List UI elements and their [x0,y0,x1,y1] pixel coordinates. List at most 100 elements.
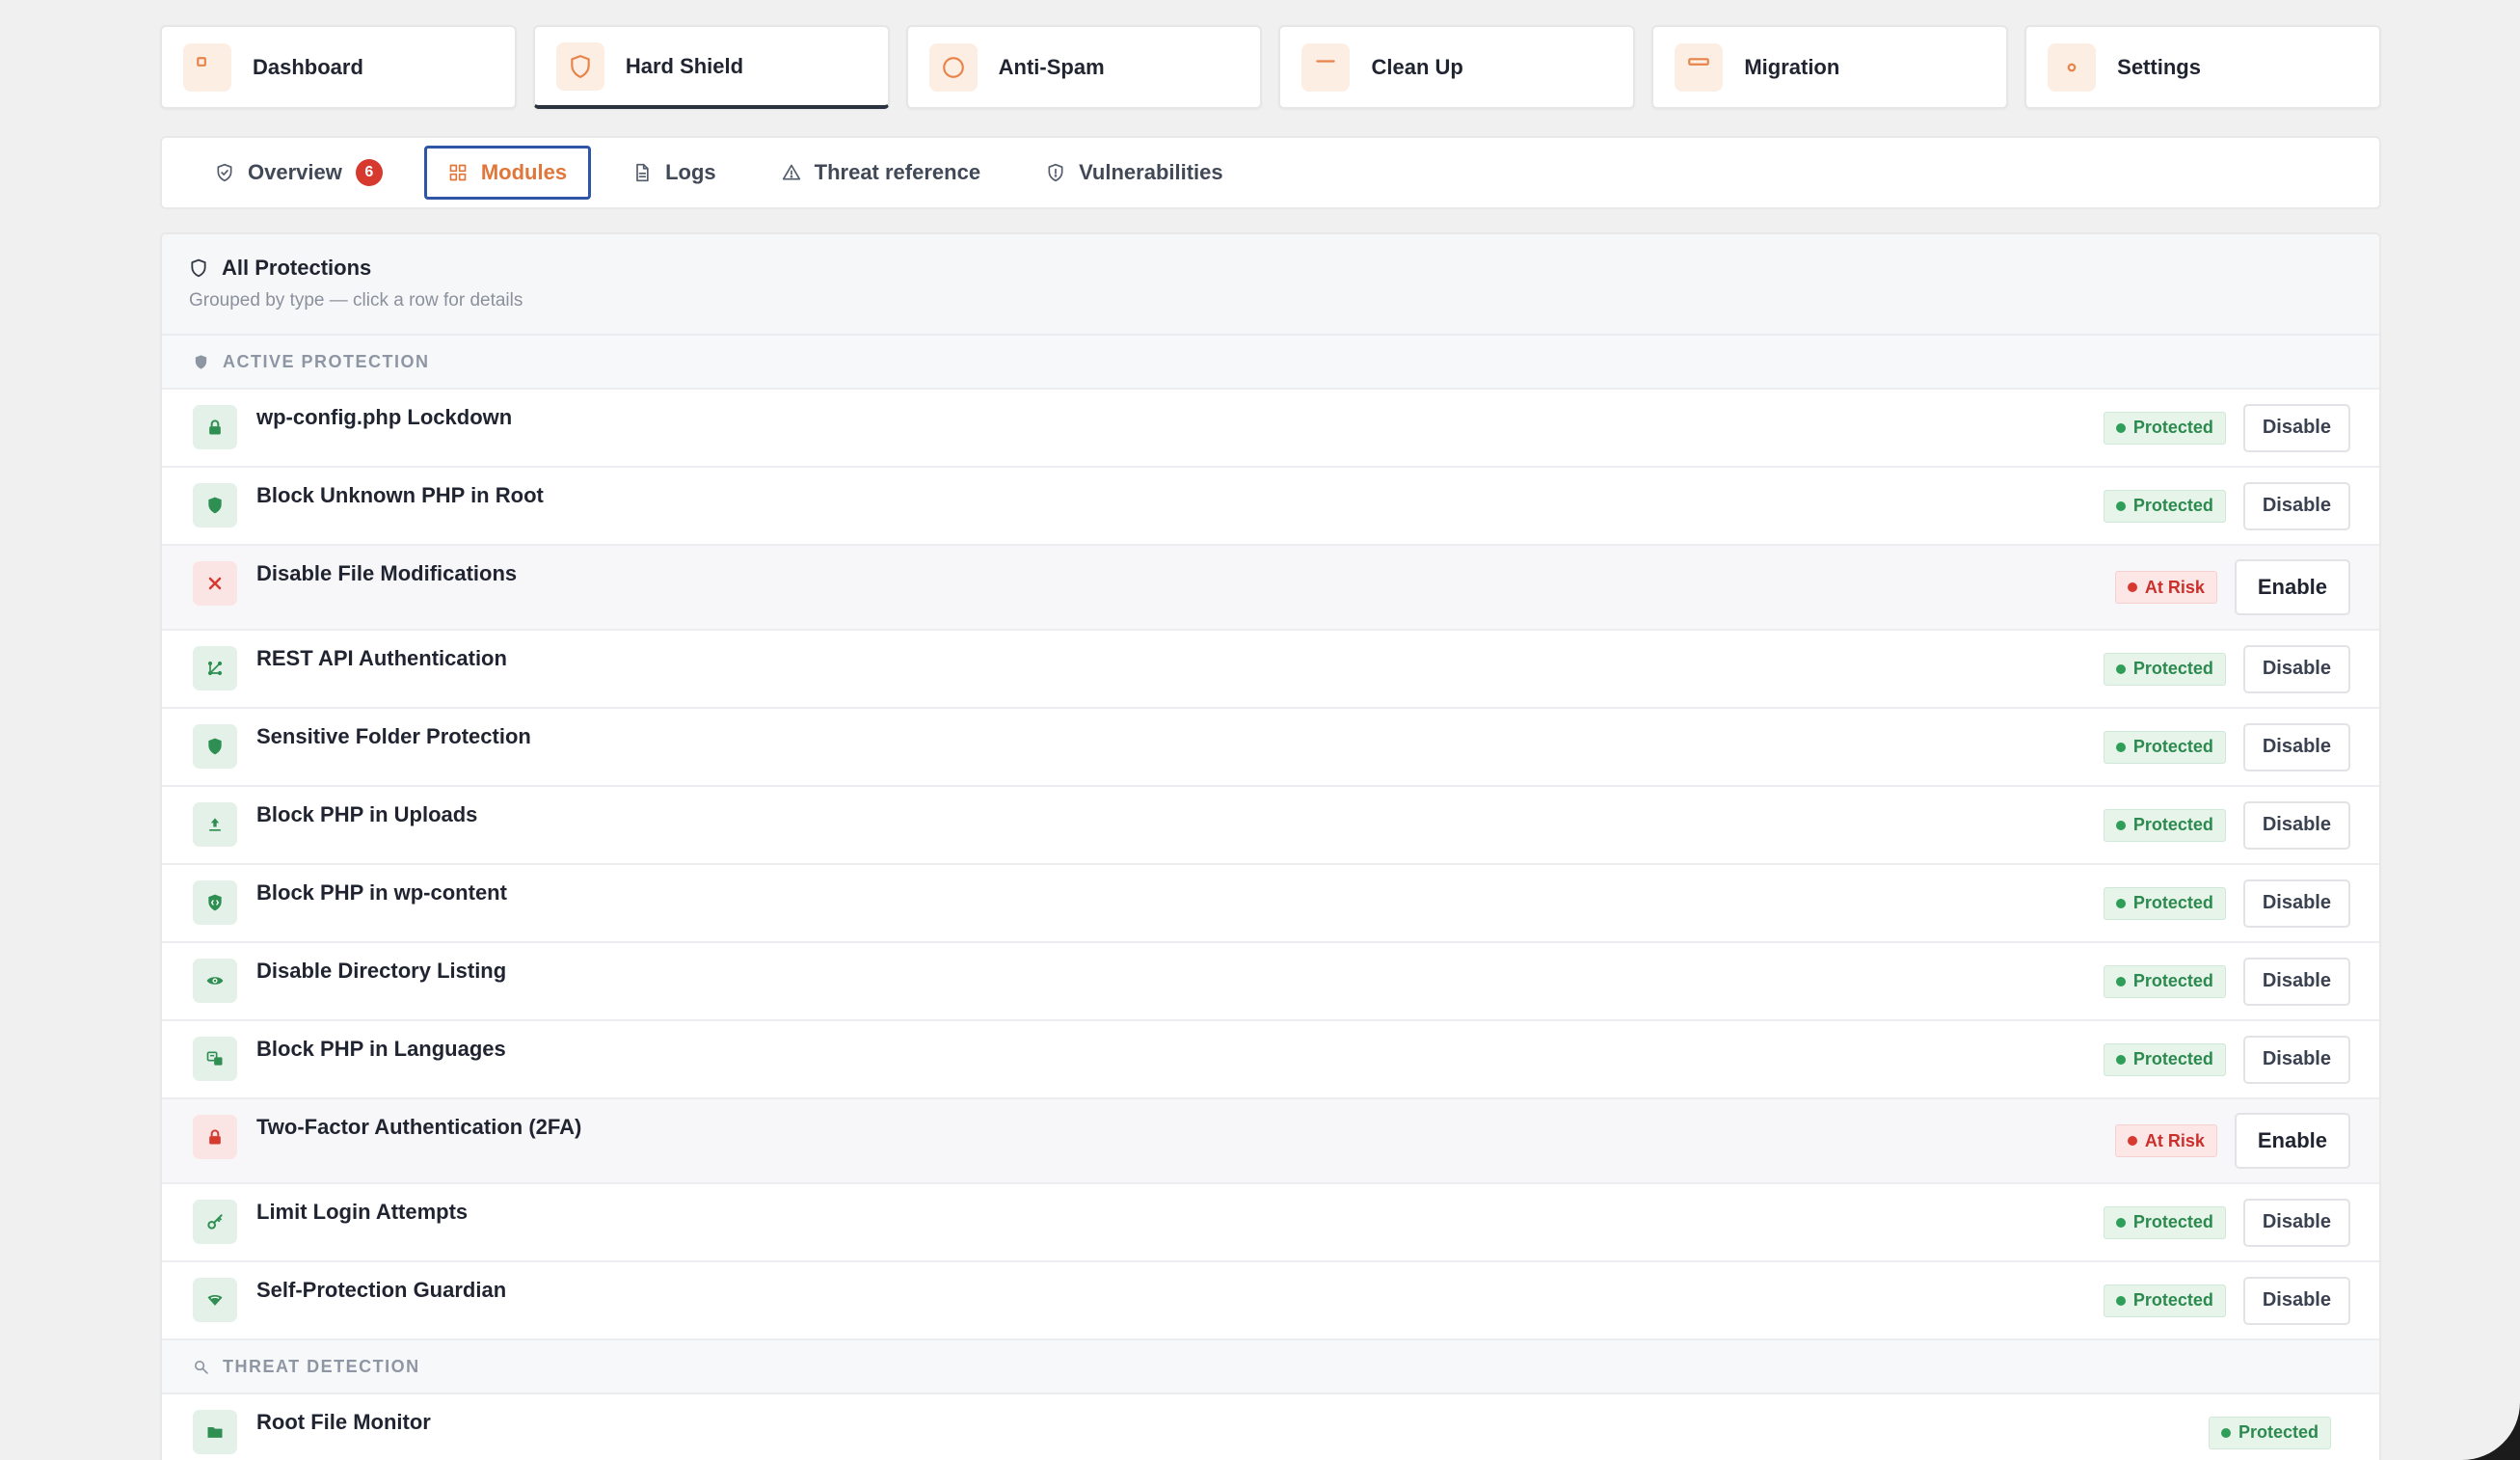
tab-modules[interactable]: Modules [423,146,592,200]
nav-hard-shield[interactable]: Hard Shield [532,25,890,109]
tab-logs[interactable]: Logs [608,146,740,200]
nav-icon-box [555,41,604,91]
disable-button[interactable]: Disable [2242,1198,2350,1247]
gear-icon [2067,63,2077,71]
status-dot [2115,742,2126,752]
protection-row[interactable]: Block PHP in Uploads Protected Disable [162,787,2379,865]
tab-label: Vulnerabilities [1079,160,1223,184]
shield-heart-icon [207,1295,223,1306]
status-dot [2115,422,2126,433]
shield-alert-icon [1048,163,1063,182]
row-name: Block PHP in wp-content [256,880,507,905]
row-actions: Protected Disable [2103,1262,2350,1338]
status-label: Protected [2132,737,2213,756]
folder-icon [207,1427,223,1438]
enable-button[interactable]: Enable [2234,559,2350,615]
disable-button[interactable]: Disable [2242,722,2350,771]
nav-clean-up[interactable]: Clean Up [1278,25,1636,109]
row-actions: Protected Disable [2103,468,2350,544]
row-actions: Protected Disable [2103,865,2350,941]
row-name: Root File Monitor [256,1410,431,1434]
status-label: Protected [2132,815,2213,834]
warning-icon [782,164,800,180]
shield-small-icon [195,354,207,369]
row-actions: Protected Disable [2103,390,2350,466]
section-title: THREAT DETECTION [223,1356,420,1376]
status-badge: At Risk [2114,571,2217,604]
key-icon [207,1214,223,1230]
shield-check-icon [217,163,232,182]
nav-icon-box [928,42,978,92]
shield-icon [571,54,590,78]
nav-anti-spam[interactable]: Anti-Spam [905,25,1263,109]
status-dot [2115,1217,2126,1228]
protection-row[interactable]: Two-Factor Authentication (2FA) At Risk En… [162,1099,2379,1184]
row-actions: Protected Disable [2103,1184,2350,1260]
disable-button[interactable]: Disable [2242,800,2350,850]
tab-label: Modules [480,160,568,184]
panel-title: All Protections [222,256,372,280]
disable-button[interactable]: Disable [2242,957,2350,1006]
nav-dashboard[interactable]: Dashboard [160,25,517,109]
nav-icon-box [1675,42,1724,92]
status-badge: Protected [2103,411,2226,445]
protection-row[interactable]: Limit Login Attempts Protected Disable [162,1184,2379,1262]
nav-icon-box [1301,42,1351,92]
status-dot [2127,1136,2137,1146]
disable-button[interactable]: Disable [2242,1035,2350,1084]
row-name: Disable Directory Listing [256,959,507,983]
disable-button[interactable]: Disable [2242,403,2350,452]
protection-row[interactable]: Self-Protection Guardian Protected Disable [162,1262,2379,1340]
protection-row[interactable]: Disable File Modifications At Risk Enable [162,546,2379,631]
tab-label: Logs [665,160,716,184]
disable-button[interactable]: Disable [2242,644,2350,693]
protection-row[interactable]: REST API Authentication Protected Disable [162,631,2379,709]
tab-overview[interactable]: Overview 6 [191,146,407,200]
sections-list: ACTIVE PROTECTION wp-config.php Lockdown P… [162,336,2379,1460]
status-badge: Protected [2103,886,2226,920]
dashboard-icon [197,56,206,67]
status-label: Protected [2132,659,2213,678]
top-navigation: Dashboard Hard Shield Anti-Spam Clean Up Mig… [160,25,2381,109]
status-dot [2115,663,2126,674]
protection-row[interactable]: Block PHP in wp-content Protected Disable [162,865,2379,943]
protection-row[interactable]: Block Unknown PHP in Root Protected Disabl… [162,468,2379,546]
protection-row[interactable]: Block PHP in Languages Protected Disable [162,1021,2379,1099]
status-badge: Protected [2103,730,2226,764]
tab-label: Overview [248,160,342,184]
nav-icon-box [2048,42,2097,92]
protection-row[interactable]: Disable Directory Listing Protected Disabl… [162,943,2379,1021]
tab-vulnerabilities[interactable]: Vulnerabilities [1022,146,1247,200]
status-badge: Protected [2103,964,2226,998]
status-label: Protected [2132,1049,2213,1068]
eye-icon [206,977,224,985]
status-label: Protected [2132,1290,2213,1310]
nav-migration[interactable]: Migration [1651,25,2009,109]
disable-button[interactable]: Disable [2242,1276,2350,1325]
shield-code-icon [208,894,222,911]
nodes-icon [207,661,223,676]
section-header: THREAT DETECTION [162,1340,2379,1394]
nav-settings[interactable]: Settings [2024,25,2381,109]
lock-icon [209,1129,221,1145]
trash-icon [1316,59,1336,63]
nav-label: Hard Shield [625,53,744,78]
enable-button[interactable]: Enable [2234,1113,2350,1169]
protection-row[interactable]: wp-config.php Lockdown Protected Disable [162,390,2379,468]
row-actions: Protected [2208,1394,2331,1460]
protection-row[interactable]: Root File Monitor Protected [162,1394,2379,1460]
protection-row[interactable]: Sensitive Folder Protection Protected Disa… [162,709,2379,787]
row-icon-box [193,561,237,606]
section-header: ACTIVE PROTECTION [162,336,2379,390]
app-root: Dashboard Hard Shield Anti-Spam Clean Up Mig… [160,25,2381,1460]
status-label: Protected [2132,971,2213,990]
row-name: Block Unknown PHP in Root [256,483,544,507]
disable-button[interactable]: Disable [2242,481,2350,530]
row-name: Two-Factor Authentication (2FA) [256,1115,582,1139]
row-name: Limit Login Attempts [256,1200,469,1224]
row-icon-box [193,802,237,847]
screen-corner [2462,1402,2520,1460]
row-icon-box [193,483,237,527]
disable-button[interactable]: Disable [2242,879,2350,928]
tab-threat-reference[interactable]: Threat reference [758,146,1005,200]
